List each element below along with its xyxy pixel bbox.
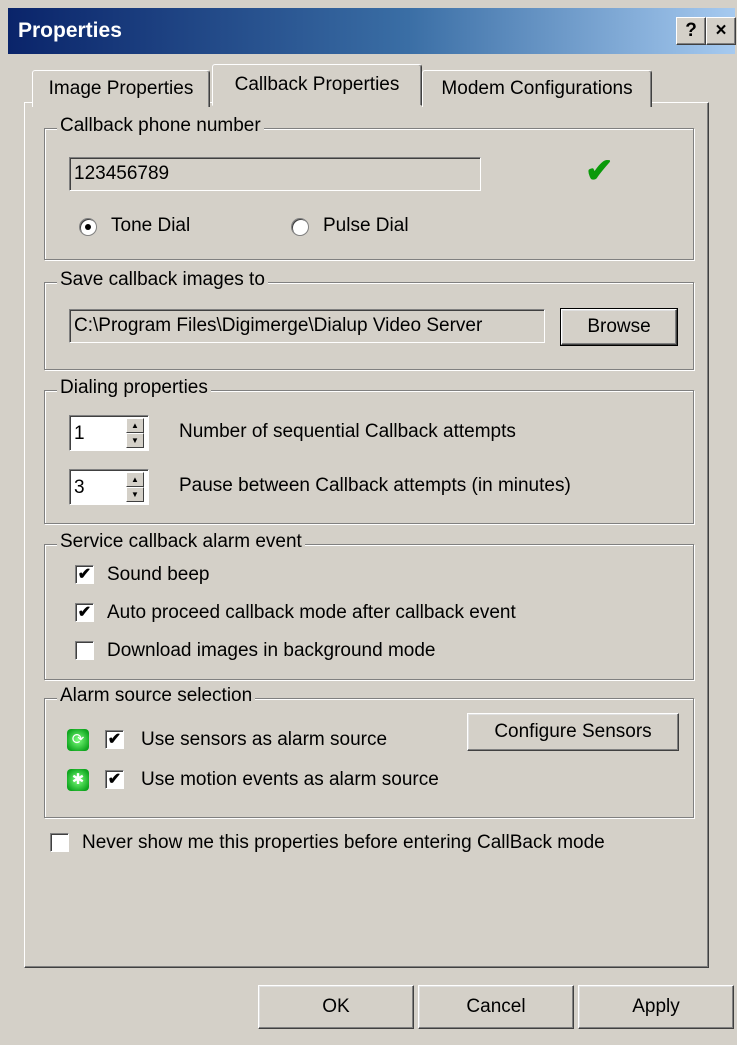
dialing-group: Dialing properties 1 ▲ ▼ Number of seque… xyxy=(44,377,694,524)
attempts-spin-buttons[interactable]: ▲ ▼ xyxy=(126,418,144,448)
spin-down-icon[interactable]: ▼ xyxy=(126,487,144,502)
phone-number-value: 123456789 xyxy=(74,163,170,184)
tab-image-properties[interactable]: Image Properties xyxy=(32,70,210,107)
pause-spinner[interactable]: 3 ▲ ▼ xyxy=(69,469,149,505)
attempts-spinner[interactable]: 1 ▲ ▼ xyxy=(69,415,149,451)
tab-modem-configurations[interactable]: Modem Configurations xyxy=(422,70,652,107)
spin-down-icon[interactable]: ▼ xyxy=(126,433,144,448)
pulse-dial-label: Pulse Dial xyxy=(323,215,409,236)
attempts-label: Number of sequential Callback attempts xyxy=(179,421,516,442)
save-path-field[interactable]: C:\Program Files\Digimerge\Dialup Video … xyxy=(69,309,545,343)
check-mark-icon: ✔ xyxy=(77,604,92,621)
ok-button[interactable]: OK xyxy=(258,985,414,1029)
phone-group-legend: Callback phone number xyxy=(57,115,264,137)
dialing-legend: Dialing properties xyxy=(57,377,211,399)
help-button[interactable]: ? xyxy=(676,17,706,45)
use-sensors-label: Use sensors as alarm source xyxy=(141,729,388,750)
phone-number-field[interactable]: 123456789 xyxy=(69,157,481,191)
browse-button[interactable]: Browse xyxy=(560,308,678,346)
cancel-button[interactable]: Cancel xyxy=(418,985,574,1029)
never-show-label: Never show me this properties before ent… xyxy=(82,832,605,853)
alarm-source-group: Alarm source selection ⟳ ✔ Use sensors a… xyxy=(44,685,694,818)
configure-sensors-button[interactable]: Configure Sensors xyxy=(467,713,679,751)
save-images-group: Save callback images to C:\Program Files… xyxy=(44,269,694,370)
pause-value: 3 xyxy=(74,477,85,498)
phone-group: Callback phone number 123456789 ✔ Tone D… xyxy=(44,115,694,260)
auto-proceed-label: Auto proceed callback mode after callbac… xyxy=(107,602,516,623)
sound-beep-label: Sound beep xyxy=(107,564,210,585)
alarm-event-legend: Service callback alarm event xyxy=(57,531,305,553)
download-background-checkbox[interactable] xyxy=(75,641,94,660)
checkmark-icon: ✔ xyxy=(585,152,614,190)
use-sensors-checkbox[interactable]: ✔ xyxy=(105,730,124,749)
auto-proceed-checkbox[interactable]: ✔ xyxy=(75,603,94,622)
use-motion-label: Use motion events as alarm source xyxy=(141,769,439,790)
pulse-dial-radio[interactable] xyxy=(291,218,309,236)
check-mark-icon: ✔ xyxy=(107,771,122,788)
attempts-value: 1 xyxy=(74,423,85,444)
download-background-label: Download images in background mode xyxy=(107,640,436,661)
pause-label: Pause between Callback attempts (in minu… xyxy=(179,475,571,496)
sensor-icon: ⟳ xyxy=(67,729,89,751)
apply-button[interactable]: Apply xyxy=(578,985,734,1029)
tone-dial-radio[interactable] xyxy=(79,218,97,236)
title-bar[interactable]: Properties ? × xyxy=(8,8,736,54)
spin-up-icon[interactable]: ▲ xyxy=(126,418,144,433)
alarm-source-legend: Alarm source selection xyxy=(57,685,256,707)
alarm-event-group: Service callback alarm event ✔ Sound bee… xyxy=(44,531,694,680)
use-motion-checkbox[interactable]: ✔ xyxy=(105,770,124,789)
pause-spin-buttons[interactable]: ▲ ▼ xyxy=(126,472,144,502)
check-mark-icon: ✔ xyxy=(107,731,122,748)
save-path-value: C:\Program Files\Digimerge\Dialup Video … xyxy=(74,315,483,336)
sound-beep-checkbox[interactable]: ✔ xyxy=(75,565,94,584)
radio-selected-dot xyxy=(85,224,91,230)
tone-dial-label: Tone Dial xyxy=(111,215,191,236)
close-button[interactable]: × xyxy=(706,17,736,45)
window-title: Properties xyxy=(18,19,122,42)
check-mark-icon: ✔ xyxy=(77,566,92,583)
tab-callback-properties[interactable]: Callback Properties xyxy=(212,64,422,106)
motion-icon: ✱ xyxy=(67,769,89,791)
save-images-legend: Save callback images to xyxy=(57,269,268,291)
spin-up-icon[interactable]: ▲ xyxy=(126,472,144,487)
never-show-checkbox[interactable] xyxy=(50,833,69,852)
